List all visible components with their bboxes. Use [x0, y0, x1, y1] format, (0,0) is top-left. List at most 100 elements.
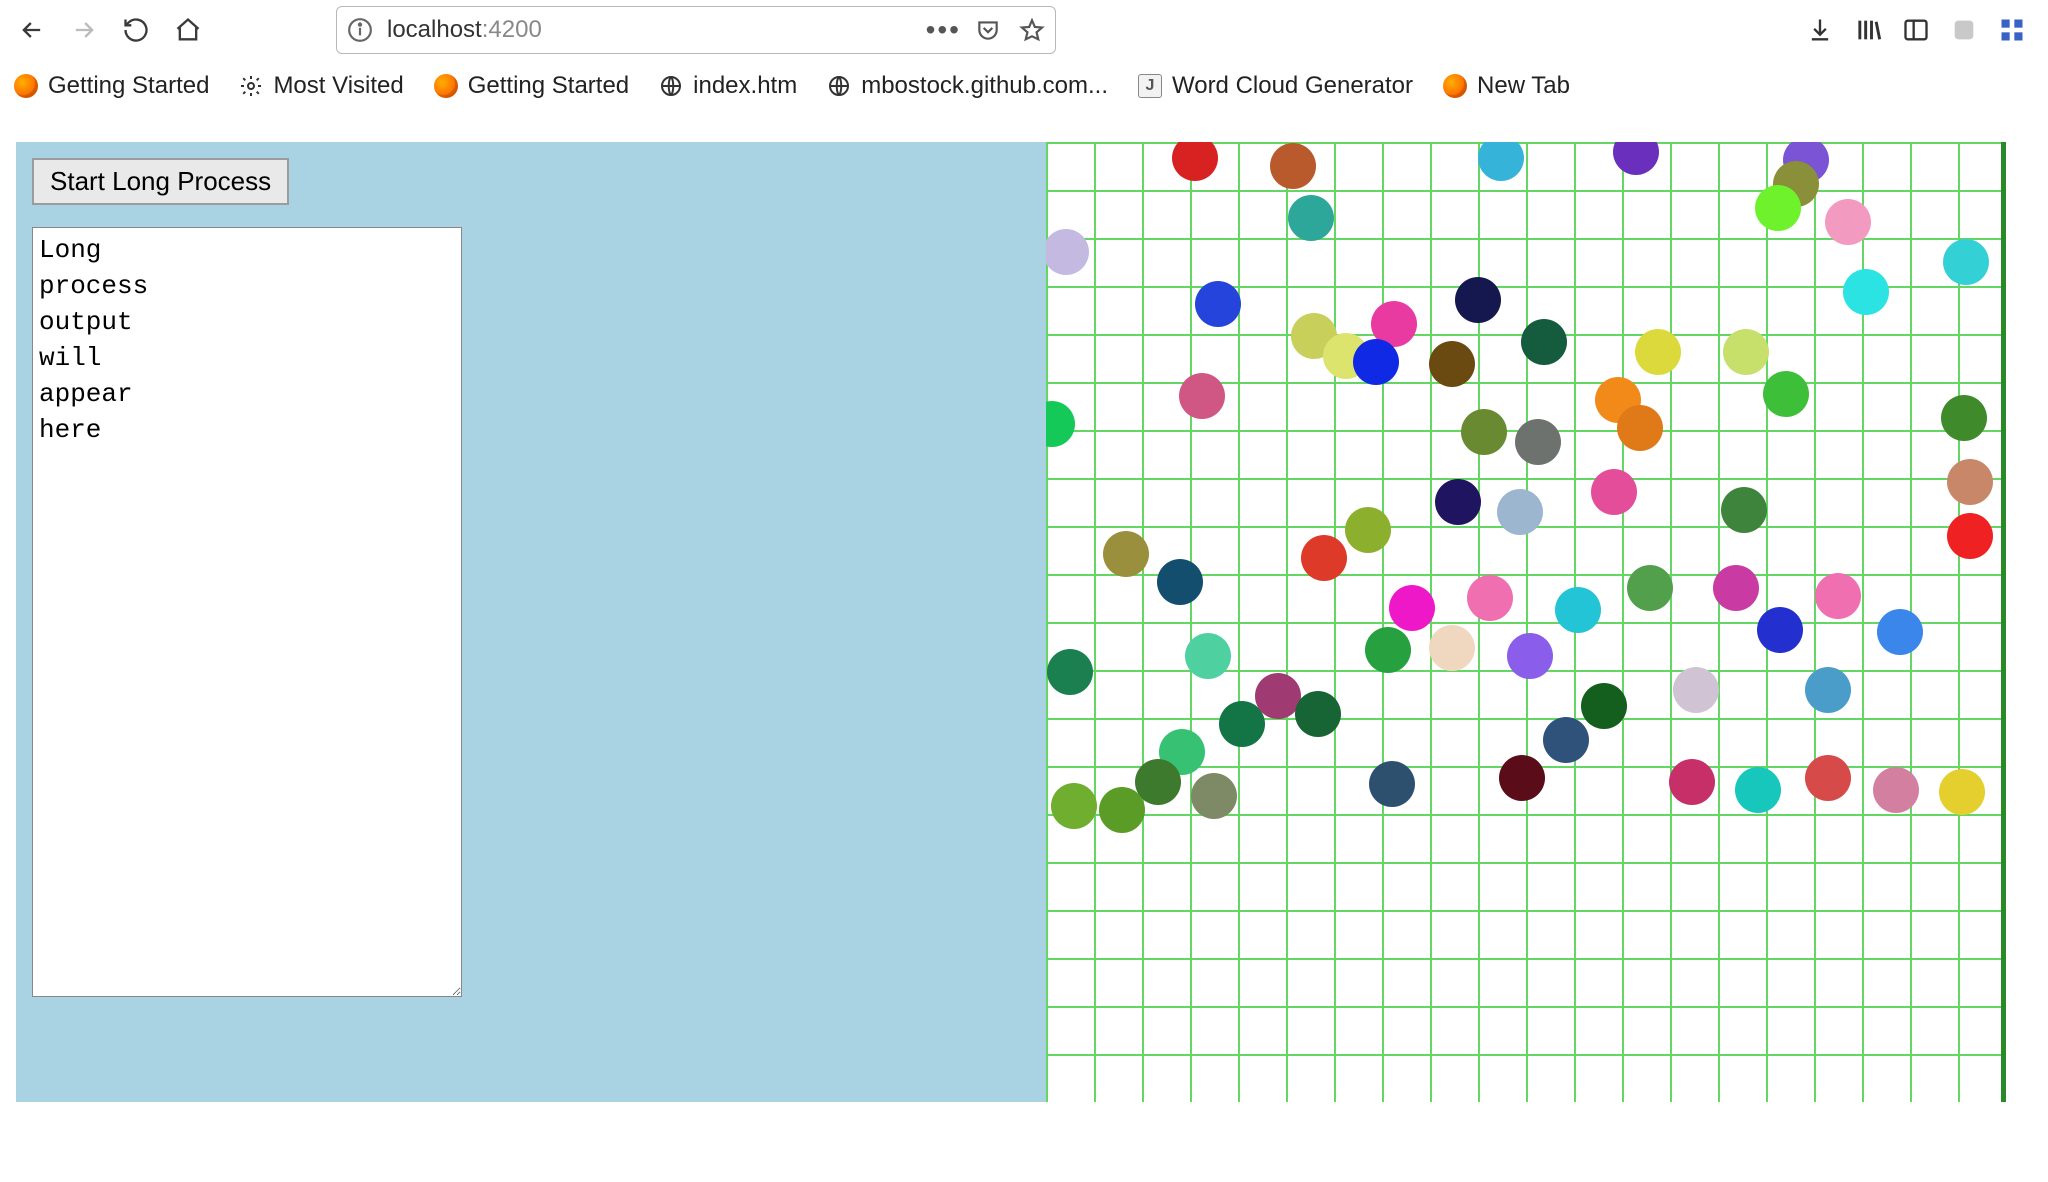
chart-bubble: [1467, 575, 1513, 621]
bookmark-getting-started-2[interactable]: Getting Started: [434, 72, 629, 100]
chart-bubble: [1046, 229, 1089, 275]
chart-bubble: [1461, 409, 1507, 455]
chart-bubble: [1947, 513, 1993, 559]
browser-toolbar-right: [1806, 16, 2040, 44]
bookmark-most-visited[interactable]: Most Visited: [239, 72, 403, 100]
chart-bubble: [1843, 269, 1889, 315]
chart-bubble: [1301, 535, 1347, 581]
downloads-icon[interactable]: [1806, 16, 1834, 44]
chart-bubble: [1195, 281, 1241, 327]
chart-bubble: [1613, 142, 1659, 175]
chart-bubble: [1515, 419, 1561, 465]
chart-bubble: [1581, 683, 1627, 729]
url-text: localhost:4200: [387, 16, 542, 44]
chart-bubble: [1103, 531, 1149, 577]
chart-bubble: [1429, 341, 1475, 387]
chart-bubble: [1815, 573, 1861, 619]
output-textarea[interactable]: [32, 227, 462, 997]
chart-bubble: [1157, 559, 1203, 605]
chart-bubble: [1713, 565, 1759, 611]
bookmark-label: Word Cloud Generator: [1172, 72, 1413, 100]
chart-bubble: [1051, 783, 1097, 829]
browser-nav-bar: localhost:4200 •••: [0, 0, 2048, 60]
chart-bubble: [1365, 627, 1411, 673]
chart-bubble: [1499, 755, 1545, 801]
firefox-icon: [434, 74, 458, 98]
chart-bubble: [1805, 667, 1851, 713]
chart-bubble: [1270, 143, 1316, 189]
chart-bubble: [1669, 759, 1715, 805]
firefox-icon: [14, 74, 38, 98]
chart-bubble: [1191, 773, 1237, 819]
bookmarks-bar: Getting Started Most Visited Getting Sta…: [0, 60, 2048, 112]
sidebar-icon[interactable]: [1902, 16, 1930, 44]
reload-icon: [122, 16, 150, 44]
globe-icon: [827, 74, 851, 98]
page-actions-icon[interactable]: •••: [926, 14, 961, 46]
bookmark-mbostock[interactable]: mbostock.github.com...: [827, 72, 1108, 100]
site-j-icon: J: [1138, 74, 1162, 98]
bookmark-new-tab[interactable]: New Tab: [1443, 72, 1570, 100]
chart-bubble: [1185, 633, 1231, 679]
chart-bubble: [1295, 691, 1341, 737]
bookmark-label: New Tab: [1477, 72, 1570, 100]
chart-bubble: [1873, 767, 1919, 813]
chart-bubble: [1543, 717, 1589, 763]
star-icon[interactable]: [1019, 17, 1045, 43]
chart-bubble: [1763, 371, 1809, 417]
reload-button[interactable]: [112, 6, 160, 54]
chart-bubble: [1179, 373, 1225, 419]
url-port: :4200: [482, 16, 542, 43]
back-button[interactable]: [8, 6, 56, 54]
left-pane: Start Long Process: [16, 142, 1046, 1102]
chart-bubble: [1757, 607, 1803, 653]
chart-bubble: [1429, 625, 1475, 671]
bookmark-label: Most Visited: [273, 72, 403, 100]
extension-icon[interactable]: [1950, 16, 1978, 44]
home-button[interactable]: [164, 6, 212, 54]
site-info-icon[interactable]: [347, 17, 373, 43]
pocket-icon[interactable]: [975, 17, 1001, 43]
bookmark-label: index.htm: [693, 72, 797, 100]
chart-bubble: [1521, 319, 1567, 365]
chart-bubble: [1755, 185, 1801, 231]
chart-bubble: [1455, 277, 1501, 323]
url-bar[interactable]: localhost:4200 •••: [336, 6, 1056, 54]
grid-extension-icon[interactable]: [1998, 16, 2026, 44]
chart-bubble: [1627, 565, 1673, 611]
bookmark-label: Getting Started: [468, 72, 629, 100]
bookmark-label: mbostock.github.com...: [861, 72, 1108, 100]
chart-bubble: [1805, 755, 1851, 801]
chart-bubble: [1943, 239, 1989, 285]
chart-bubble: [1389, 585, 1435, 631]
arrow-left-icon: [18, 16, 46, 44]
chart-bubble: [1939, 769, 1985, 815]
library-icon[interactable]: [1854, 16, 1882, 44]
url-host: localhost: [387, 16, 482, 43]
chart-bubble: [1555, 587, 1601, 633]
chart-bubble: [1478, 142, 1524, 181]
chart-bubble: [1947, 459, 1993, 505]
bookmark-word-cloud[interactable]: J Word Cloud Generator: [1138, 72, 1413, 100]
chart-bubble: [1673, 667, 1719, 713]
chart-bubble: [1591, 469, 1637, 515]
chart-bubble: [1735, 767, 1781, 813]
chart-bubble: [1723, 329, 1769, 375]
home-icon: [174, 16, 202, 44]
chart-bubble: [1288, 195, 1334, 241]
chart-bubble: [1497, 489, 1543, 535]
chart-bubble: [1941, 395, 1987, 441]
gear-icon: [239, 74, 263, 98]
chart-bubble: [1721, 487, 1767, 533]
bookmark-index-htm[interactable]: index.htm: [659, 72, 797, 100]
chart-bubble: [1099, 787, 1145, 833]
bookmark-getting-started-1[interactable]: Getting Started: [14, 72, 209, 100]
chart-bubble: [1172, 142, 1218, 181]
forward-button[interactable]: [60, 6, 108, 54]
chart-bubble: [1635, 329, 1681, 375]
chart-bubble: [1369, 761, 1415, 807]
chart-bubble: [1353, 339, 1399, 385]
chart-bubble: [1047, 649, 1093, 695]
chart-bubble: [1825, 199, 1871, 245]
start-long-process-button[interactable]: Start Long Process: [32, 158, 289, 205]
